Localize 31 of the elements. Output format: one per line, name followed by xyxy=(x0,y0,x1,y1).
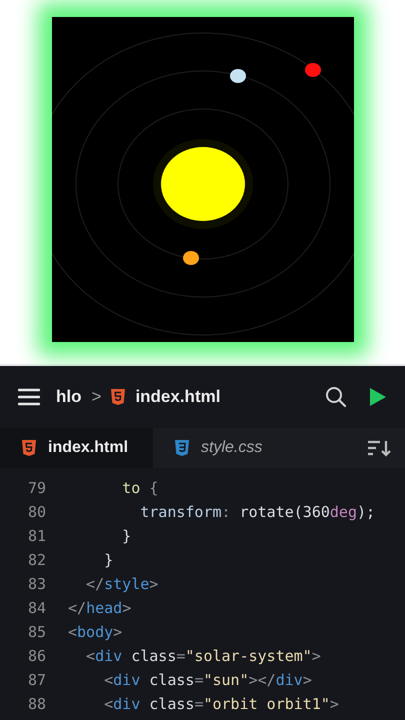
current-file-name: index.html xyxy=(135,387,220,407)
code-line: <div class="sun"></div> xyxy=(103,671,312,689)
code-line: transform: rotate(360deg); xyxy=(139,503,376,521)
line-number: 79 xyxy=(26,479,46,497)
line-number: 88 xyxy=(26,695,46,713)
code-line: <body> xyxy=(68,623,122,641)
search-icon[interactable] xyxy=(325,386,347,408)
html-file-icon xyxy=(22,440,36,456)
sort-icon[interactable] xyxy=(367,439,391,457)
project-name[interactable]: hlo xyxy=(56,387,82,407)
code-line: } xyxy=(121,527,132,545)
menu-icon[interactable] xyxy=(18,388,40,406)
line-number: 82 xyxy=(26,551,46,569)
code-line: </style> xyxy=(85,575,158,593)
file-tab[interactable]: index.html xyxy=(0,428,153,468)
line-number: 83 xyxy=(26,575,46,593)
code-line: <div class="orbit orbit1"> xyxy=(103,695,339,713)
code-line: </head> xyxy=(68,599,132,617)
css-file-icon xyxy=(175,440,189,456)
code-line: <div class="solar-system"> xyxy=(85,647,321,665)
breadcrumb-separator: > xyxy=(92,387,102,407)
code-line: to { xyxy=(121,479,158,497)
line-number: 80 xyxy=(26,503,46,521)
code-line: } xyxy=(103,551,114,569)
line-number: 81 xyxy=(26,527,46,545)
run-icon[interactable] xyxy=(369,387,387,407)
line-number: 87 xyxy=(26,671,46,689)
html-file-icon xyxy=(111,389,126,405)
line-number: 84 xyxy=(26,599,46,617)
line-number: 85 xyxy=(26,623,46,641)
line-number: 86 xyxy=(26,647,46,665)
